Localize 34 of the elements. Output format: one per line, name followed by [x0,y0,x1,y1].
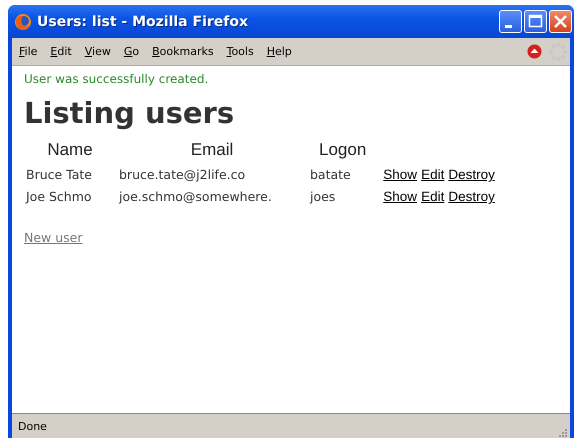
table-cell-text: joe.schmo@somewhere. [118,188,273,206]
menu-item[interactable]: Bookmarks [149,45,224,58]
close-button[interactable] [549,10,572,33]
status-text: Done [18,420,47,432]
stop-icon[interactable] [527,44,542,59]
column-header: Email [190,140,234,161]
table-cell-text: joes [309,188,336,206]
window-title: Users: list - Mozilla Firefox [37,14,250,30]
minimize-icon [505,25,512,28]
table-cell-text: Bruce Tate [25,166,93,184]
success-message: User was successfully created. [24,72,210,86]
resize-grip-icon[interactable] [558,428,568,438]
menu-item[interactable]: Edit [47,45,82,58]
column-header: Name [46,140,94,161]
table-cell-text: Joe Schmo [25,188,93,206]
new-user-link[interactable]: New user [24,230,83,245]
menu-item[interactable]: File [16,45,48,58]
globe-icon [14,12,32,30]
action-link[interactable]: Show [383,189,418,204]
menu-item[interactable]: Tools [224,45,264,58]
table-cell-text: bruce.tate@j2life.co [118,166,246,184]
minimize-button[interactable] [499,10,522,33]
action-link[interactable]: Edit [421,167,444,182]
column-header: Logon [318,140,368,161]
action-link[interactable]: Destroy [448,189,495,204]
menu-item[interactable]: Go [120,45,150,58]
menu-item[interactable]: Help [264,45,302,58]
page-heading: Listing users [24,96,236,130]
table-cell-text: batate [309,166,352,184]
menu-item[interactable]: View [82,45,121,58]
action-link[interactable]: Destroy [448,167,495,182]
action-link[interactable]: Show [383,167,418,182]
maximize-button[interactable] [524,10,547,33]
action-link[interactable]: Edit [421,189,444,204]
